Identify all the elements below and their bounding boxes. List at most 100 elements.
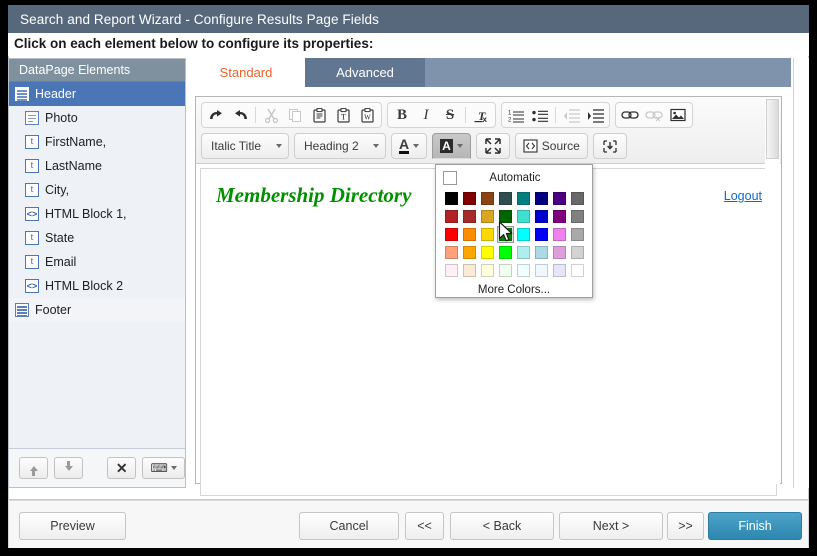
color-swatch[interactable] — [551, 208, 568, 225]
color-swatch[interactable] — [533, 208, 550, 225]
element-list-item[interactable]: Header — [9, 82, 185, 106]
paste-icon[interactable] — [307, 104, 331, 126]
strikethrough-icon[interactable]: S — [438, 104, 462, 126]
color-swatch[interactable] — [461, 226, 478, 243]
color-swatch[interactable] — [479, 244, 496, 261]
element-list-item[interactable]: <> HTML Block 1, — [9, 202, 185, 226]
color-swatch[interactable] — [461, 208, 478, 225]
color-swatch[interactable] — [515, 208, 532, 225]
tab-standard[interactable]: Standard — [187, 58, 305, 87]
color-swatch[interactable] — [497, 208, 514, 225]
color-swatch[interactable] — [569, 226, 586, 243]
editor-scrollbar[interactable] — [765, 98, 780, 484]
next-button[interactable]: Next > — [559, 512, 663, 540]
element-list-item[interactable]: t LastName — [9, 154, 185, 178]
color-swatch[interactable] — [569, 262, 586, 279]
color-swatch[interactable] — [569, 244, 586, 261]
link-icon[interactable] — [618, 104, 642, 126]
color-swatch[interactable] — [551, 190, 568, 207]
color-swatch[interactable] — [443, 190, 460, 207]
element-list-item[interactable]: Photo — [9, 106, 185, 130]
insert-field-button[interactable] — [592, 133, 627, 159]
color-swatch[interactable] — [497, 244, 514, 261]
color-swatch[interactable] — [533, 262, 550, 279]
italic-icon[interactable]: I — [414, 104, 438, 126]
more-colors-button[interactable]: More Colors... — [441, 284, 587, 296]
insert-field-icon — [603, 139, 617, 153]
color-swatch[interactable] — [569, 190, 586, 207]
color-swatch[interactable] — [533, 226, 550, 243]
color-swatch-fill — [462, 210, 476, 223]
color-palette-popup[interactable]: Automatic More Colors... — [435, 164, 593, 298]
format-select[interactable]: Heading 2 — [294, 133, 386, 159]
color-swatch[interactable] — [496, 226, 514, 243]
image-icon[interactable] — [666, 104, 690, 126]
color-swatch[interactable] — [479, 208, 496, 225]
redo-icon[interactable] — [228, 104, 252, 126]
color-swatch[interactable] — [443, 262, 460, 279]
bold-icon[interactable]: B — [390, 104, 414, 126]
cancel-button[interactable]: Cancel — [299, 512, 399, 540]
background-color-button[interactable]: A — [432, 133, 471, 159]
page-scrollbar[interactable] — [793, 58, 809, 488]
style-select[interactable]: Italic Title — [201, 133, 289, 159]
source-button[interactable]: Source — [514, 133, 588, 159]
color-swatch[interactable] — [479, 190, 496, 207]
color-swatch[interactable] — [515, 226, 532, 243]
color-swatch[interactable] — [443, 226, 460, 243]
text-color-button[interactable]: A — [391, 133, 428, 159]
color-swatch[interactable] — [551, 262, 568, 279]
element-list-item[interactable]: t FirstName, — [9, 130, 185, 154]
color-swatch-grid[interactable] — [441, 190, 587, 279]
color-swatch[interactable] — [515, 190, 532, 207]
color-swatch[interactable] — [497, 190, 514, 207]
color-swatch[interactable] — [461, 244, 478, 261]
maximize-button[interactable] — [475, 133, 510, 159]
color-swatch[interactable] — [515, 262, 532, 279]
element-list-item[interactable]: t State — [9, 226, 185, 250]
paste-from-word-icon[interactable]: W — [355, 104, 379, 126]
logout-link[interactable]: Logout — [724, 189, 762, 203]
color-swatch[interactable] — [443, 208, 460, 225]
automatic-color-swatch[interactable] — [443, 171, 457, 185]
finish-button[interactable]: Finish — [708, 512, 802, 540]
color-swatch[interactable] — [515, 244, 532, 261]
move-up-button[interactable] — [19, 457, 49, 479]
first-page-button[interactable]: << — [405, 512, 444, 540]
editor-scrollbar-thumb[interactable] — [766, 99, 779, 159]
color-swatch[interactable] — [443, 244, 460, 261]
color-swatch[interactable] — [479, 226, 496, 243]
paste-as-plain-text-icon[interactable]: T — [331, 104, 355, 126]
html-block-icon: <> — [25, 207, 39, 221]
back-button[interactable]: < Back — [450, 512, 554, 540]
color-swatch[interactable] — [533, 244, 550, 261]
preview-button[interactable]: Preview — [19, 512, 126, 540]
tab-advanced[interactable]: Advanced — [305, 58, 425, 87]
move-down-button[interactable] — [54, 457, 84, 479]
color-swatch[interactable] — [569, 208, 586, 225]
color-swatch[interactable] — [497, 262, 514, 279]
undo-icon[interactable] — [204, 104, 228, 126]
element-list-item-label: Photo — [45, 111, 78, 125]
color-swatch[interactable] — [551, 244, 568, 261]
color-swatch[interactable] — [461, 262, 478, 279]
remove-format-icon[interactable]: Tx — [469, 104, 493, 126]
insert-element-dropdown[interactable]: ⌨ — [142, 457, 185, 479]
delete-element-button[interactable]: ✕ — [107, 457, 137, 479]
bulleted-list-icon[interactable] — [528, 104, 552, 126]
numbered-list-icon[interactable]: 12 — [504, 104, 528, 126]
element-list-item[interactable]: <> HTML Block 2 — [9, 274, 185, 298]
color-swatch[interactable] — [461, 190, 478, 207]
element-list-item[interactable]: t Email — [9, 250, 185, 274]
color-swatch[interactable] — [479, 262, 496, 279]
color-swatch[interactable] — [533, 190, 550, 207]
element-list-item[interactable]: Footer — [9, 298, 185, 322]
color-swatch-fill — [498, 246, 512, 259]
automatic-color-row[interactable]: Automatic — [441, 169, 587, 187]
last-page-button[interactable]: >> — [667, 512, 704, 540]
color-swatch[interactable] — [551, 226, 568, 243]
svg-text:W: W — [364, 113, 371, 121]
element-list-item[interactable]: t City, — [9, 178, 185, 202]
element-list[interactable]: Header Photo t FirstName, t LastName t City, <> H… — [9, 82, 185, 449]
increase-indent-icon[interactable] — [583, 104, 607, 126]
